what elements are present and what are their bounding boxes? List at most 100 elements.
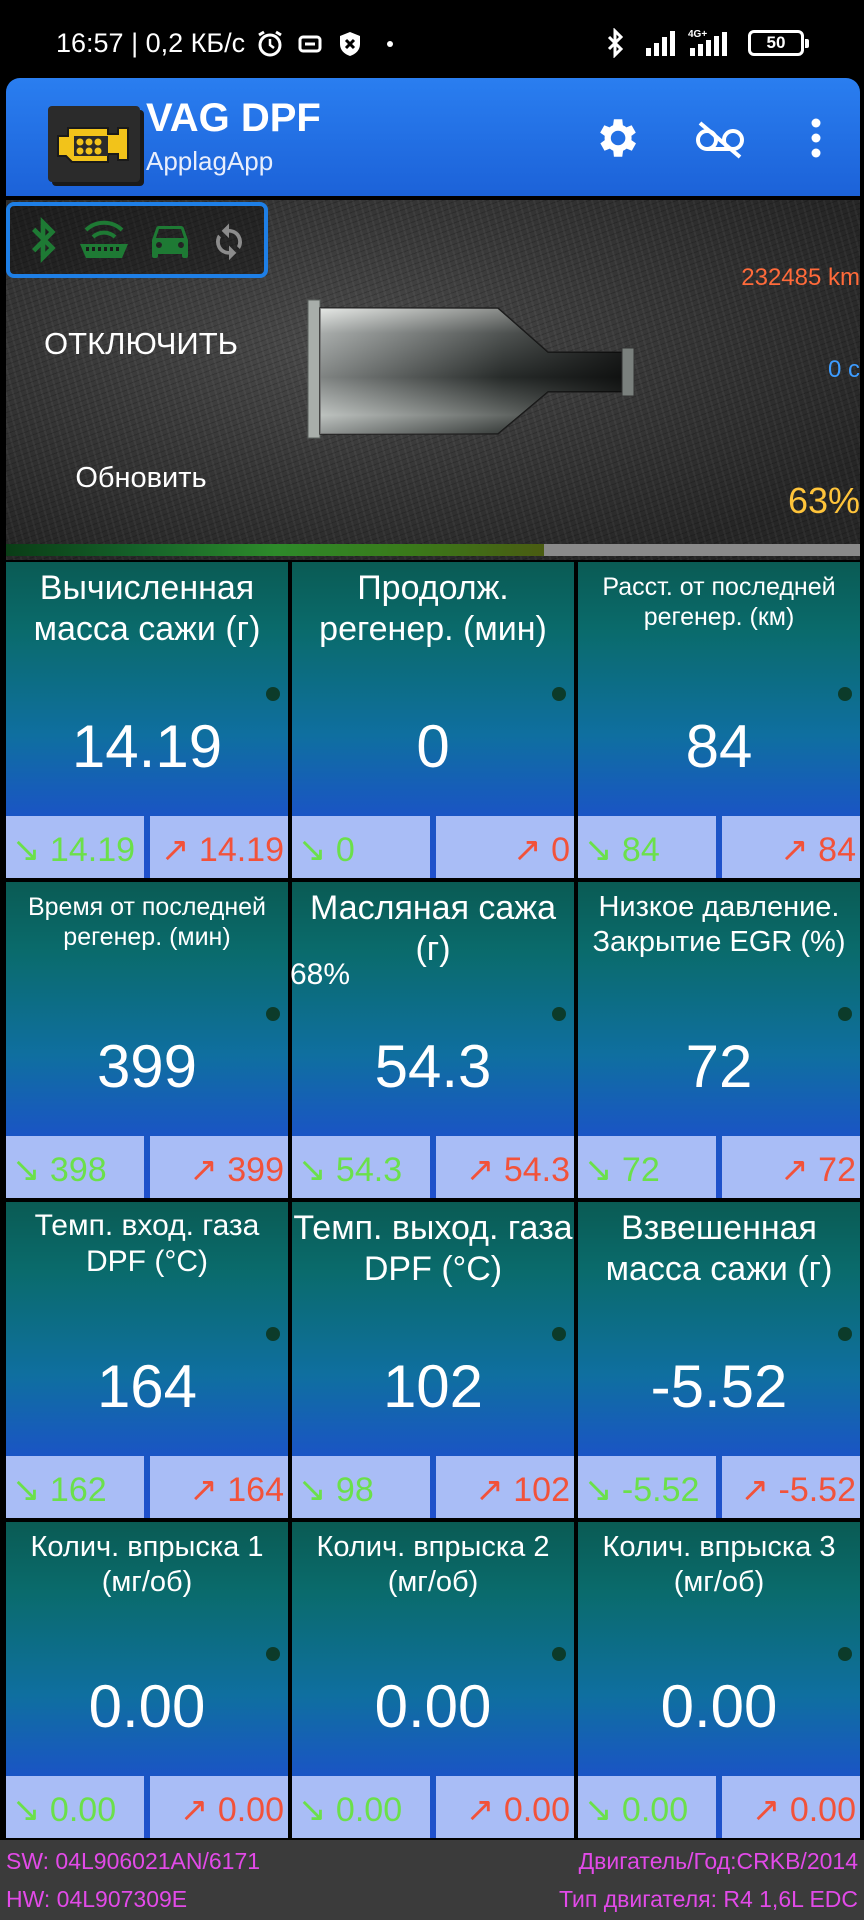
- tile-title: Низкое давление. Закрытие EGR (%): [592, 891, 846, 958]
- tile-min-value: ↘ 0.00: [584, 1791, 689, 1829]
- tile-max-value: ↗ -5.52: [740, 1471, 856, 1509]
- car-icon: [151, 226, 188, 258]
- odometer-value: 232485 km: [741, 264, 860, 291]
- status-dot: [552, 1007, 566, 1021]
- tile-min-max: ↘ 98 ↗ 102: [292, 1456, 574, 1518]
- status-dot: [266, 1647, 280, 1661]
- tile-max-value: ↗ 54.3: [465, 1151, 570, 1189]
- refresh-button[interactable]: Обновить: [36, 462, 246, 495]
- tile-min-max: ↘ 14.19 ↗ 14.19: [6, 816, 288, 878]
- tile-value: 102: [382, 1353, 484, 1420]
- tile-min-value: ↘ 14.19: [12, 831, 136, 869]
- dpf-status-panel: ОТКЛЮЧИТЬ Обновить 232485 km 0 с 63%: [6, 200, 860, 560]
- tile-max-value: ↗ 102: [475, 1471, 570, 1509]
- sync-icon: [295, 29, 325, 59]
- tile-min-value: ↘ 0.00: [12, 1791, 117, 1829]
- parameter-tile[interactable]: Время от последней регенер. (мин) 399 ↘ 39…: [6, 882, 288, 1198]
- parameter-tile[interactable]: Расст. от последней регенер. (км) 84 ↘ 84 ↗…: [578, 562, 860, 878]
- engine-logo-icon: [48, 106, 140, 182]
- status-dot: [266, 687, 280, 701]
- status-time-speed: 16:57 | 0,2 КБ/с: [56, 28, 246, 58]
- tile-max-value: ↗ 164: [189, 1471, 284, 1509]
- tile-title: Расст. от последней регенер. (км): [602, 573, 836, 631]
- parameter-tile[interactable]: Темп. выход. газа DPF (°C) 102 ↘ 98 ↗ 102: [292, 1202, 574, 1518]
- tile-min-cell: ↘ 162: [6, 1456, 144, 1518]
- svg-text:4G+: 4G+: [688, 29, 707, 40]
- tile-max-cell: ↗ 14.19: [150, 816, 288, 878]
- tile-value: 399: [96, 1033, 198, 1100]
- tile-title: Темп. выход. газа DPF (°C): [293, 1209, 573, 1288]
- engine-type: Тип двигателя: R4 1,6L EDC: [559, 1886, 858, 1912]
- tile-min-cell: ↘ 98: [292, 1456, 430, 1518]
- tile-title: Взвешенная масса сажи (г): [605, 1209, 833, 1288]
- tile-value: 54.3: [374, 1033, 492, 1100]
- tile-max-value: ↗ 0.00: [751, 1791, 856, 1829]
- tile-min-max: ↘ -5.52 ↗ -5.52: [578, 1456, 860, 1518]
- tile-min-value: ↘ 72: [584, 1151, 660, 1189]
- record-off-icon: [696, 121, 744, 159]
- status-dot: [552, 1647, 566, 1661]
- dot-icon: [375, 29, 405, 59]
- tile-value: 164: [96, 1353, 198, 1420]
- parameter-grid: Вычисленная масса сажи (г) 14.19 ↘ 14.19 ↗ …: [0, 560, 864, 1840]
- status-dot: [838, 1327, 852, 1341]
- parameter-tile[interactable]: Колич. впрыска 3 (мг/об) 0.00 ↘ 0.00 ↗ 0.00: [578, 1522, 860, 1838]
- parameter-tile[interactable]: Масляная сажа (г) 54.3 ↘ 54.3 ↗ 54.3: [292, 882, 574, 1198]
- status-bar: 16:57 | 0,2 КБ/с 4G+ 50: [0, 0, 864, 80]
- tile-min-cell: ↘ 84: [578, 816, 716, 878]
- tile-max-cell: ↗ 0: [436, 816, 574, 878]
- status-bar-right: 4G+ 50: [600, 27, 809, 59]
- parameter-tile[interactable]: Колич. впрыска 1 (мг/об) 0.00 ↘ 0.00 ↗ 0.00: [6, 1522, 288, 1838]
- status-dot: [552, 687, 566, 701]
- tile-min-cell: ↘ 398: [6, 1136, 144, 1198]
- obd-adapter-icon: [80, 220, 129, 258]
- tile-min-max: ↘ 54.3 ↗ 54.3: [292, 1136, 574, 1198]
- status-dot: [552, 1327, 566, 1341]
- hardware-version: HW: 04L907309E: [6, 1886, 188, 1912]
- tile-value: -5.52: [650, 1353, 788, 1420]
- battery-icon: 50: [748, 30, 809, 56]
- parameter-tile[interactable]: Колич. впрыска 2 (мг/об) 0.00 ↘ 0.00 ↗ 0.00: [292, 1522, 574, 1838]
- soot-load-percent: 63%: [787, 480, 860, 521]
- tile-min-max: ↘ 84 ↗ 84: [578, 816, 860, 878]
- tile-max-value: ↗ 84: [780, 831, 856, 869]
- tile-min-cell: ↘ 14.19: [6, 816, 144, 878]
- alarm-icon: [255, 29, 285, 59]
- app-subtitle: ApplagApp: [146, 146, 274, 176]
- tile-value: 0: [416, 713, 450, 780]
- tile-min-max: ↘ 162 ↗ 164: [6, 1456, 288, 1518]
- settings-button[interactable]: [586, 108, 646, 168]
- tile-title: Время от последней регенер. (мин): [27, 893, 267, 951]
- tile-min-value: ↘ 84: [584, 831, 660, 869]
- app-title: VAG DPF: [146, 96, 321, 140]
- tile-min-cell: ↘ 0.00: [578, 1776, 716, 1838]
- tile-max-cell: ↗ 399: [150, 1136, 288, 1198]
- tile-max-value: ↗ 399: [189, 1151, 284, 1189]
- tile-max-cell: ↗ 0.00: [722, 1776, 860, 1838]
- tile-min-cell: ↘ -5.52: [578, 1456, 716, 1518]
- tile-value: 72: [685, 1033, 753, 1100]
- tile-min-cell: ↘ 54.3: [292, 1136, 430, 1198]
- connection-status-box: [6, 202, 268, 278]
- record-toggle-button[interactable]: [690, 108, 750, 168]
- signal-4g-icon: 4G+: [688, 28, 734, 58]
- tile-max-value: ↗ 0: [513, 831, 570, 869]
- status-dot: [838, 1007, 852, 1021]
- tile-min-max: ↘ 398 ↗ 399: [6, 1136, 288, 1198]
- disconnect-button[interactable]: ОТКЛЮЧИТЬ: [36, 326, 246, 362]
- tile-value: 84: [685, 713, 753, 780]
- tile-min-value: ↘ 54.3: [298, 1151, 403, 1189]
- parameter-tile[interactable]: Низкое давление. Закрытие EGR (%) 72 ↘ 72 ↗…: [578, 882, 860, 1198]
- overflow-menu-button[interactable]: [786, 108, 846, 168]
- parameter-tile[interactable]: Взвешенная масса сажи (г) -5.52 ↘ -5.52 ↗ -…: [578, 1202, 860, 1518]
- parameter-tile[interactable]: Вычисленная масса сажи (г) 14.19 ↘ 14.19 ↗ …: [6, 562, 288, 878]
- bluetooth-icon: [600, 27, 630, 59]
- more-vert-icon: [811, 118, 821, 158]
- tile-title: Продолж. регенер. (мин): [319, 569, 547, 648]
- parameter-tile[interactable]: Продолж. регенер. (мин) 0 ↘ 0 ↗ 0: [292, 562, 574, 878]
- tile-max-cell: ↗ 0.00: [436, 1776, 574, 1838]
- tile-value: 0.00: [88, 1673, 206, 1740]
- parameter-tile[interactable]: Темп. вход. газа DPF (°C) 164 ↘ 162 ↗ 164: [6, 1202, 288, 1518]
- tile-title: Колич. впрыска 2 (мг/об): [316, 1531, 550, 1598]
- tile-min-value: ↘ -5.52: [584, 1471, 700, 1509]
